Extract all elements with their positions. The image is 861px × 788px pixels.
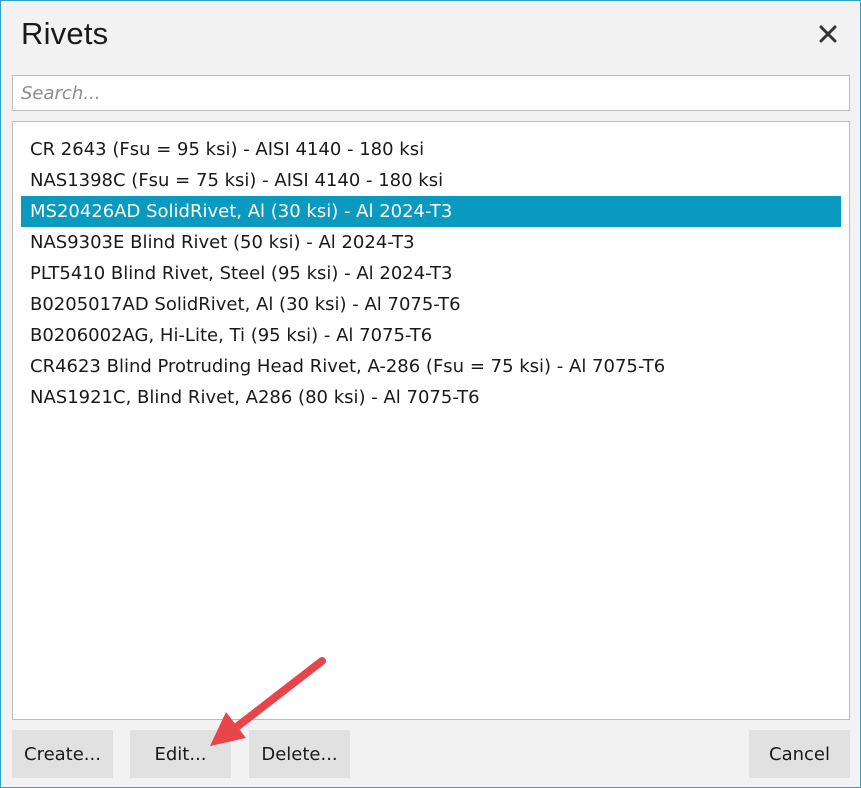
edit-button[interactable]: Edit... (130, 730, 231, 778)
list-item[interactable]: B0205017AD SolidRivet, Al (30 ksi) - Al … (21, 289, 841, 320)
delete-button[interactable]: Delete... (249, 730, 350, 778)
list-item[interactable]: CR4623 Blind Protruding Head Rivet, A-28… (21, 351, 841, 382)
close-button[interactable] (813, 19, 843, 49)
list-item[interactable]: NAS1398C (Fsu = 75 ksi) - AISI 4140 - 18… (21, 165, 841, 196)
list-item[interactable]: NAS9303E Blind Rivet (50 ksi) - Al 2024-… (21, 227, 841, 258)
create-button[interactable]: Create... (12, 730, 113, 778)
search-input[interactable] (12, 75, 850, 111)
close-icon (819, 25, 837, 43)
rivets-dialog: Rivets CR 2643 (Fsu = 95 ksi) - AISI 414… (0, 0, 861, 788)
rivet-list[interactable]: CR 2643 (Fsu = 95 ksi) - AISI 4140 - 180… (12, 121, 850, 720)
list-item[interactable]: CR 2643 (Fsu = 95 ksi) - AISI 4140 - 180… (21, 134, 841, 165)
cancel-button[interactable]: Cancel (749, 730, 850, 778)
list-item-selected[interactable]: MS20426AD SolidRivet, Al (30 ksi) - Al 2… (21, 196, 841, 227)
dialog-title: Rivets (21, 16, 109, 51)
list-item[interactable]: B0206002AG, Hi-Lite, Ti (95 ksi) - Al 70… (21, 320, 841, 351)
list-item[interactable]: PLT5410 Blind Rivet, Steel (95 ksi) - Al… (21, 258, 841, 289)
list-item[interactable]: NAS1921C, Blind Rivet, A286 (80 ksi) - A… (21, 382, 841, 413)
